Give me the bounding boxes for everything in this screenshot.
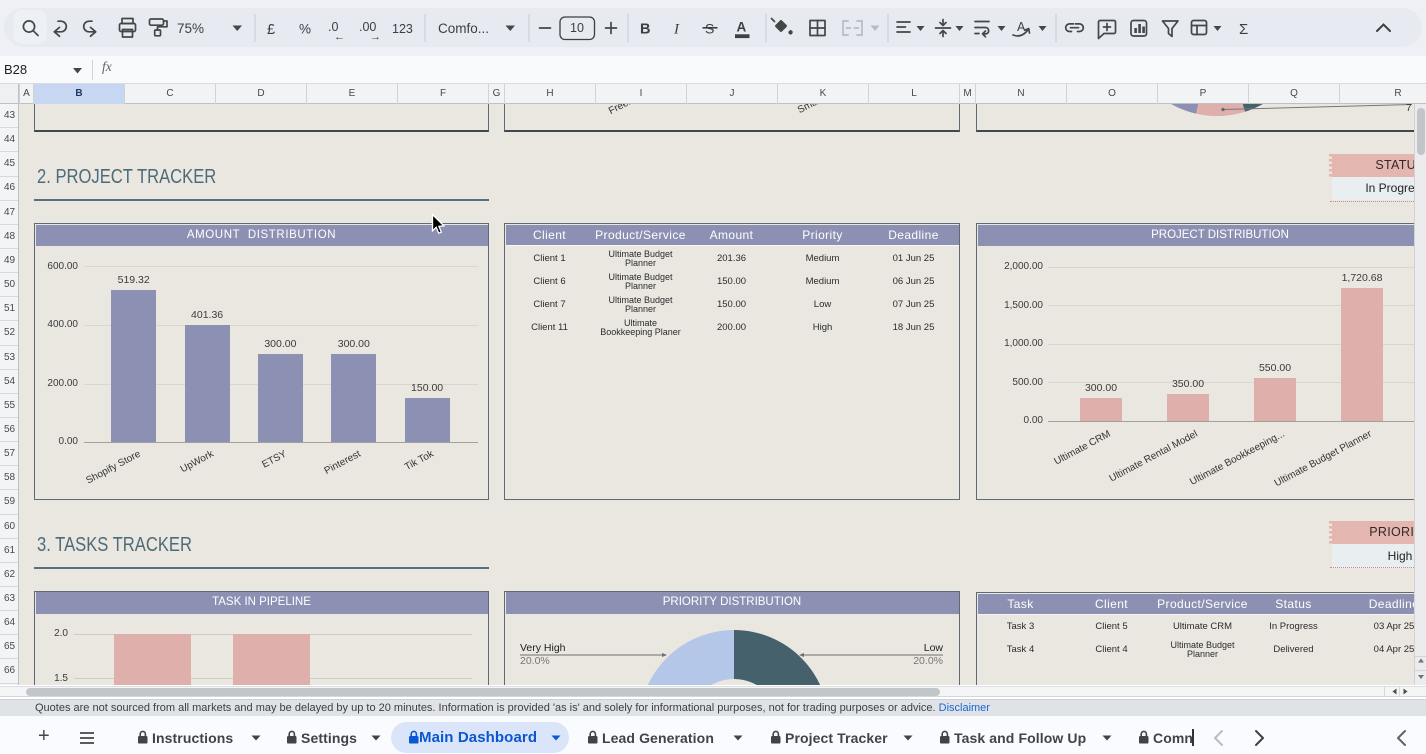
svg-text:A: A — [737, 20, 747, 35]
svg-text:%: % — [299, 22, 311, 37]
svg-text:123: 123 — [392, 22, 413, 36]
svg-text:→: → — [370, 31, 381, 43]
svg-text:A: A — [1017, 20, 1026, 34]
svg-text:10: 10 — [570, 21, 584, 35]
svg-text:B: B — [640, 22, 650, 38]
svg-text:Σ: Σ — [1239, 21, 1248, 38]
svg-text:75%: 75% — [177, 21, 204, 36]
svg-text:←: ← — [334, 31, 345, 43]
svg-text:£: £ — [267, 22, 275, 38]
svg-text:I: I — [673, 22, 680, 38]
svg-text:Comfo...: Comfo... — [438, 21, 489, 36]
